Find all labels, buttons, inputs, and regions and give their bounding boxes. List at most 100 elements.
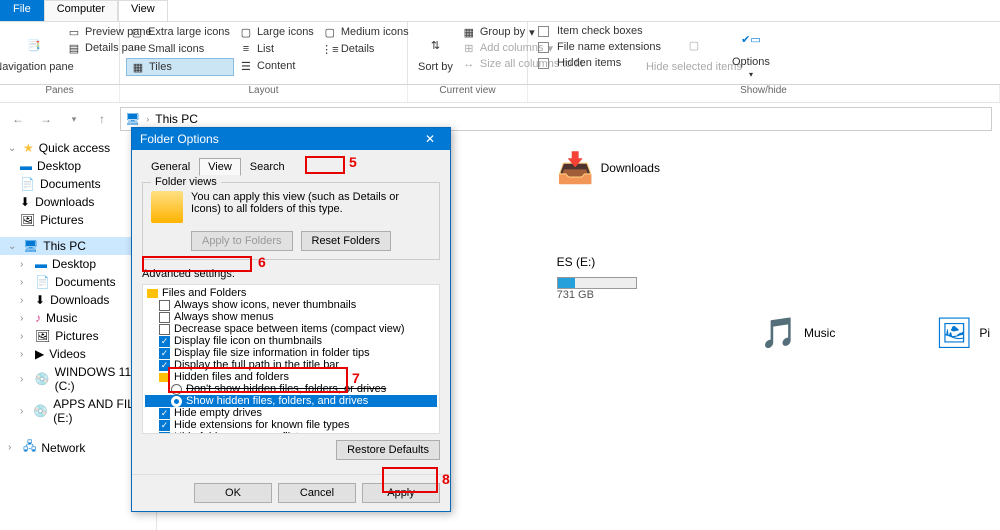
group-icon: ▦	[462, 25, 476, 39]
layout-details[interactable]: ⋮≡Details	[319, 41, 413, 57]
tree-item[interactable]: ✓Hide empty drives	[145, 407, 437, 419]
expand-icon: ›	[20, 406, 28, 417]
annotation-number-6: 6	[258, 254, 266, 270]
layout-det-label: Details	[341, 43, 375, 55]
up-button[interactable]: ↑	[92, 112, 112, 126]
reset-folders-button[interactable]: Reset Folders	[301, 231, 391, 251]
tab-view[interactable]: View	[118, 0, 168, 21]
forward-button[interactable]: →	[36, 112, 56, 126]
tree-item[interactable]: Don't show hidden files, folders, or dri…	[145, 383, 437, 395]
window-tabs: File Computer View	[0, 0, 1000, 22]
sort-by-button[interactable]: ⇅ Sort by	[414, 24, 457, 80]
back-button[interactable]: ←	[8, 112, 28, 126]
pc-icon: 🖥	[23, 239, 38, 253]
layout-icon: ▫	[130, 42, 144, 56]
tree-label: Always show icons, never thumbnails	[174, 299, 356, 311]
tree-label: Hide empty drives	[174, 407, 262, 419]
size-icon: ↔	[462, 57, 476, 71]
tree-item[interactable]: ✓ Hide extensions for known file types	[145, 419, 437, 431]
tree-item[interactable]: ✓Display file size information in folder…	[145, 347, 437, 359]
dlg-tab-view[interactable]: View	[199, 158, 241, 176]
expand-icon: ›	[20, 259, 30, 270]
checkbox-icon	[159, 324, 170, 335]
music-icon: ♪	[35, 311, 41, 325]
tree-item[interactable]: ✓Display the full path in the title bar	[145, 359, 437, 371]
tree-label: Hide folder merge conflicts	[174, 431, 304, 434]
sidebar-label: Pictures	[40, 213, 83, 227]
layout-medium-icons[interactable]: ▢Medium icons	[319, 24, 413, 40]
tree-label: Files and Folders	[162, 287, 246, 299]
expand-icon: ›	[20, 374, 30, 385]
item-checkboxes-toggle[interactable]: Item check boxes	[534, 24, 665, 38]
layout-tiles[interactable]: ▦Tiles	[126, 58, 234, 76]
dlg-tab-general[interactable]: General	[142, 158, 199, 176]
layout-content[interactable]: ☰Content	[235, 58, 318, 74]
folder-label: Pi	[979, 326, 990, 340]
folder-downloads[interactable]: 📥 Downloads	[557, 151, 660, 185]
filename-ext-toggle[interactable]: File name extensions	[534, 40, 665, 54]
checkbox-icon: ✓	[159, 420, 170, 431]
pictures-folder-icon: 🖼	[935, 316, 969, 350]
layout-xl-icons[interactable]: ▢Extra large icons	[126, 24, 234, 40]
cancel-button[interactable]: Cancel	[278, 483, 356, 503]
tree-item[interactable]: Always show menus	[145, 311, 437, 323]
ok-button[interactable]: OK	[194, 483, 272, 503]
item-checkboxes-label: Item check boxes	[557, 25, 643, 37]
tree-item[interactable]: ✓Hide folder merge conflicts	[145, 431, 437, 434]
drive-icon: 💿	[33, 404, 48, 418]
layout-small-icons[interactable]: ▫Small icons	[126, 41, 234, 57]
folder-pictures[interactable]: 🖼 Pi	[935, 151, 990, 514]
downloads-folder-icon: 📥	[557, 151, 591, 185]
apply-button[interactable]: Apply	[362, 483, 440, 503]
currentview-group-title: Current view	[408, 85, 528, 102]
layout-icon: ▢	[323, 25, 337, 39]
drive-usage-bar	[557, 277, 637, 289]
checkbox-icon	[538, 26, 549, 37]
restore-defaults-button[interactable]: Restore Defaults	[336, 440, 440, 460]
layout-lg-label: Large icons	[257, 26, 314, 38]
recent-dropdown[interactable]: ▾	[64, 114, 84, 125]
details-pane-icon: ▤	[67, 41, 81, 55]
nav-pane-icon: 📑	[20, 31, 48, 59]
sidebar-label: Network	[41, 441, 85, 455]
videos-icon: ▶	[35, 347, 44, 361]
advanced-settings-tree[interactable]: Files and FoldersAlways show icons, neve…	[142, 284, 440, 434]
layout-icon: ☰	[239, 59, 253, 73]
layout-group-title: Layout	[120, 85, 408, 102]
close-button[interactable]: ✕	[418, 132, 442, 146]
dlg-tab-search[interactable]: Search	[241, 158, 294, 176]
dialog-titlebar: Folder Options ✕	[132, 128, 450, 150]
layout-list-label: List	[257, 43, 274, 55]
drive-icon: 💿	[35, 372, 50, 386]
panes-group-title: Panes	[0, 85, 120, 102]
tab-computer[interactable]: Computer	[44, 0, 118, 21]
tab-file[interactable]: File	[0, 0, 44, 21]
tree-item[interactable]: Always show icons, never thumbnails	[145, 299, 437, 311]
sidebar-label: Desktop	[52, 257, 96, 271]
layout-icon: ≡	[239, 42, 253, 56]
sidebar-label: Desktop	[37, 159, 81, 173]
folder-icon	[151, 191, 183, 223]
tree-item[interactable]: Hidden files and folders	[145, 371, 437, 383]
tree-root[interactable]: Files and Folders	[145, 287, 437, 299]
folder-views-text: You can apply this view (such as Details…	[191, 191, 431, 223]
tree-item[interactable]: ✓Display file icon on thumbnails	[145, 335, 437, 347]
expand-icon: ›	[20, 331, 30, 342]
sidebar-label: Music	[46, 311, 77, 325]
tree-item[interactable]: Show hidden files, folders, and drives	[145, 395, 437, 407]
tree-label: Hide extensions for known file types	[174, 419, 349, 431]
radio-icon	[171, 396, 182, 407]
nav-pane-button[interactable]: 📑 Navigation pane	[6, 24, 62, 80]
hide-selected-button[interactable]: ▢ Hide selected items	[666, 24, 722, 80]
addcol-icon: ⊞	[462, 41, 476, 55]
apply-to-folders-button[interactable]: Apply to Folders	[191, 231, 292, 251]
sort-by-label: Sort by	[418, 61, 453, 73]
folder-music[interactable]: 🎵 Music	[760, 151, 835, 514]
drive-card[interactable]: ES (E:) 731 GB	[557, 255, 660, 301]
options-button[interactable]: ✔▭ Options ▾	[723, 24, 779, 80]
layout-list[interactable]: ≡ List	[235, 41, 318, 57]
advanced-settings-label: Advanced settings:	[142, 268, 440, 280]
tree-item[interactable]: Decrease space between items (compact vi…	[145, 323, 437, 335]
layout-icon: ▢	[239, 25, 253, 39]
layout-large-icons[interactable]: ▢ Large icons	[235, 24, 318, 40]
